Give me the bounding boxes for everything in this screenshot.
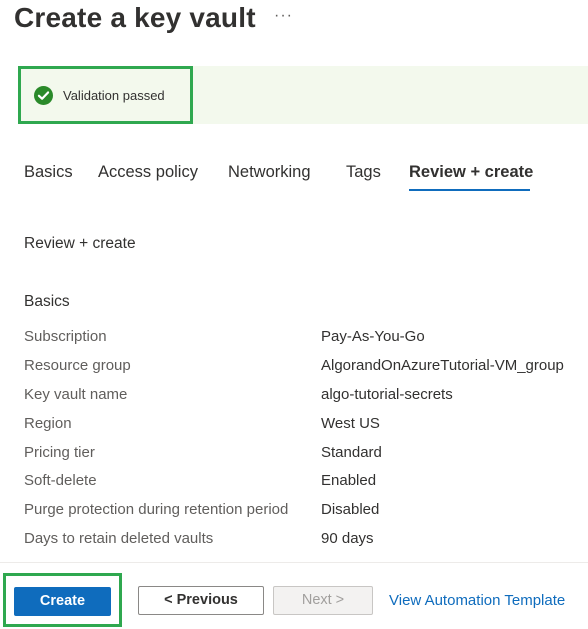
row-value-retention-days: 90 days — [321, 530, 374, 547]
row-value-resource-group: AlgorandOnAzureTutorial-VM_group — [321, 357, 564, 374]
row-value-key-vault-name: algo-tutorial-secrets — [321, 386, 453, 403]
review-heading: Review + create — [24, 235, 136, 252]
row-value-soft-delete: Enabled — [321, 472, 377, 489]
tab-networking[interactable]: Networking — [228, 162, 311, 182]
basics-section-title: Basics — [24, 293, 70, 310]
validation-message: Validation passed — [63, 88, 165, 103]
tab-basics[interactable]: Basics — [24, 162, 73, 182]
row-value-pricing-tier: Standard — [321, 444, 382, 461]
create-key-vault-page: Create a key vault ··· Validation passed… — [0, 0, 588, 629]
previous-button[interactable]: < Previous — [138, 586, 264, 615]
row-label-subscription: Subscription — [24, 328, 107, 345]
row-label-soft-delete: Soft-delete — [24, 472, 97, 489]
row-label-retention-days: Days to retain deleted vaults — [24, 530, 214, 547]
active-tab-indicator — [409, 189, 530, 191]
tab-access-policy[interactable]: Access policy — [98, 162, 198, 182]
footer-divider — [0, 562, 588, 563]
tab-tags[interactable]: Tags — [346, 162, 381, 182]
tab-review-create[interactable]: Review + create — [409, 162, 533, 182]
check-circle-icon — [34, 86, 53, 105]
more-options-icon[interactable]: ··· — [274, 8, 293, 24]
row-label-key-vault-name: Key vault name — [24, 386, 128, 403]
row-label-region: Region — [24, 415, 72, 432]
row-value-region: West US — [321, 415, 380, 432]
row-value-purge-protection: Disabled — [321, 501, 380, 518]
row-label-pricing-tier: Pricing tier — [24, 444, 95, 461]
create-button[interactable]: Create — [14, 587, 111, 616]
row-value-subscription: Pay-As-You-Go — [321, 328, 425, 345]
view-automation-template-link[interactable]: View Automation Template — [389, 592, 565, 610]
row-label-purge-protection: Purge protection during retention period — [24, 501, 289, 518]
row-label-resource-group: Resource group — [24, 357, 131, 374]
next-button[interactable]: Next > — [273, 586, 373, 615]
page-title: Create a key vault — [14, 2, 256, 33]
